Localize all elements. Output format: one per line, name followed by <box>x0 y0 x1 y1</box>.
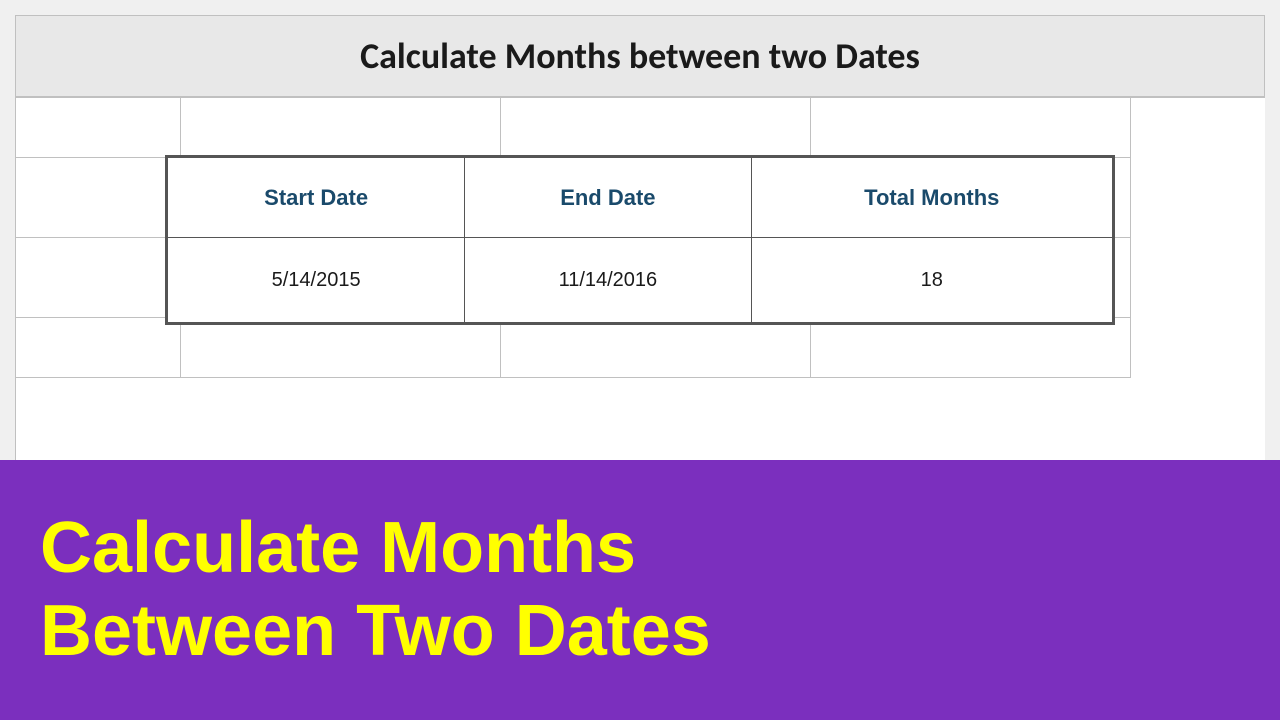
grid-cell <box>16 318 181 378</box>
bottom-text: Calculate Months Between Two Dates <box>40 507 711 673</box>
grid-cell <box>501 98 811 158</box>
cell-end-date: 11/14/2016 <box>465 238 751 323</box>
data-table: Start Date End Date Total Months 5/14/20… <box>167 157 1113 323</box>
col-header-total-months: Total Months <box>751 158 1112 238</box>
grid-cell <box>811 318 1131 378</box>
top-section: Calculate Months between two Dates Start… <box>0 0 1280 460</box>
col-header-end-date: End Date <box>465 158 751 238</box>
grid-cell <box>16 98 181 158</box>
page-title: Calculate Months between two Dates <box>46 34 1234 78</box>
bottom-line1: Calculate Months <box>40 507 711 590</box>
cell-start-date: 5/14/2015 <box>168 238 465 323</box>
table-row: 5/14/2015 11/14/2016 18 <box>168 238 1113 323</box>
grid-cell <box>181 98 501 158</box>
grid-cell <box>16 158 181 238</box>
bottom-line2: Between Two Dates <box>40 590 711 673</box>
table-header-row: Start Date End Date Total Months <box>168 158 1113 238</box>
table-container: Start Date End Date Total Months 5/14/20… <box>165 155 1115 325</box>
spreadsheet-title-bar: Calculate Months between two Dates <box>15 15 1265 97</box>
cell-total-months: 18 <box>751 238 1112 323</box>
bottom-section: Calculate Months Between Two Dates <box>0 460 1280 720</box>
grid-cell <box>501 318 811 378</box>
grid-cell <box>16 238 181 318</box>
grid-cell <box>181 318 501 378</box>
grid-cell <box>811 98 1131 158</box>
col-header-start-date: Start Date <box>168 158 465 238</box>
